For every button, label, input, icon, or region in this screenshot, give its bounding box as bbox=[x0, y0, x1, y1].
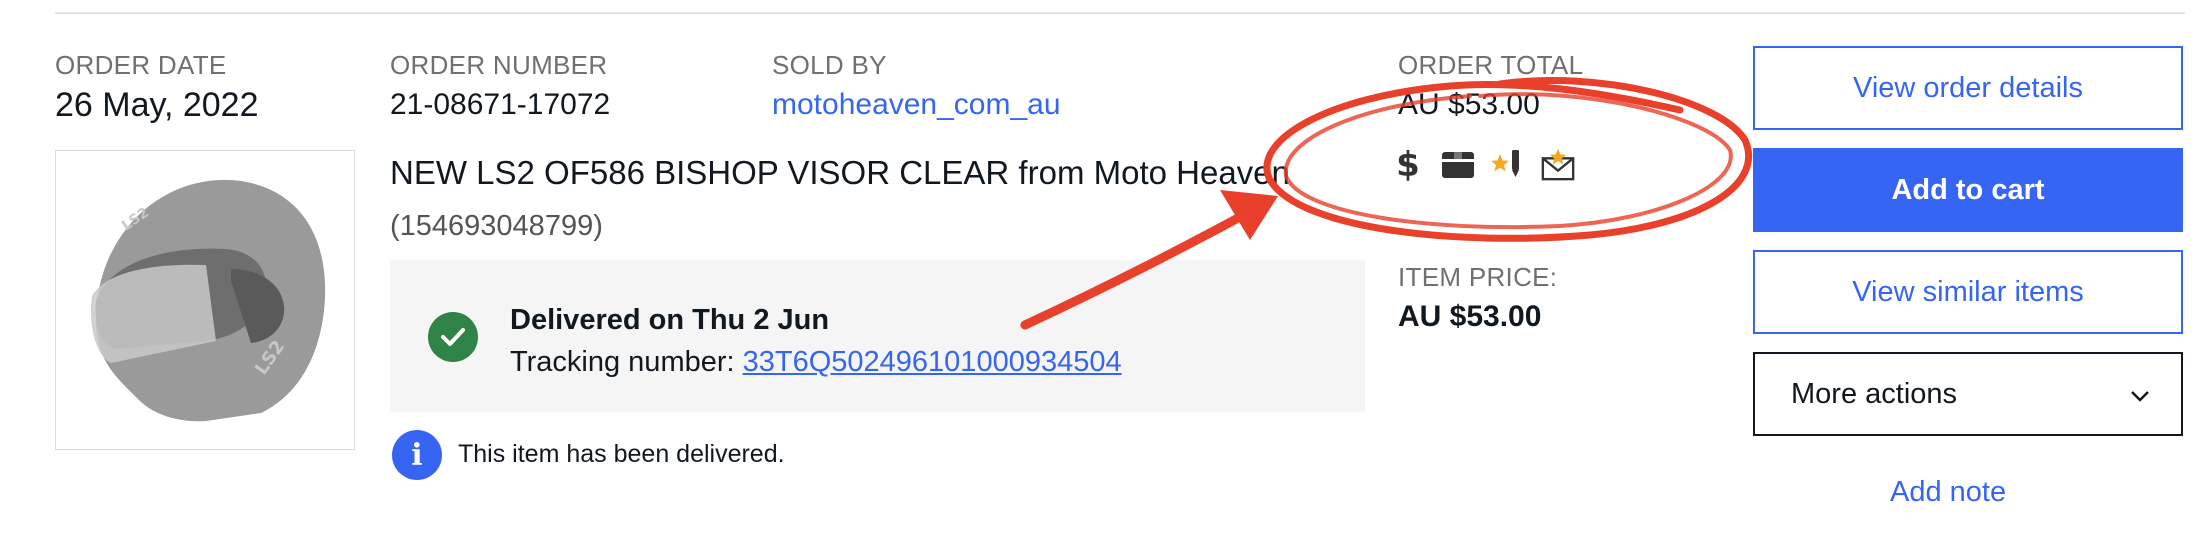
helmet-icon: LS2 LS2 bbox=[56, 151, 354, 449]
star-feedback-icon[interactable] bbox=[1490, 146, 1526, 182]
more-actions-dropdown[interactable]: More actions bbox=[1753, 352, 2183, 436]
package-icon[interactable] bbox=[1440, 146, 1476, 182]
add-to-cart-button[interactable]: Add to cart bbox=[1753, 148, 2183, 232]
view-order-details-button[interactable]: View order details bbox=[1753, 46, 2183, 130]
svg-text:$: $ bbox=[1396, 145, 1420, 183]
view-similar-items-button[interactable]: View similar items bbox=[1753, 250, 2183, 334]
item-price-label: ITEM PRICE: bbox=[1398, 262, 1558, 292]
order-date-label: ORDER DATE bbox=[55, 50, 227, 80]
item-title[interactable]: NEW LS2 OF586 BISHOP VISOR CLEAR from Mo… bbox=[390, 154, 1290, 192]
more-actions-label: More actions bbox=[1791, 377, 1958, 410]
tracking-number-link[interactable]: 33T6Q502496101000934504 bbox=[743, 346, 1122, 378]
tracking-label: Tracking number: bbox=[510, 346, 743, 378]
info-icon-glyph: i bbox=[411, 437, 423, 473]
item-id: (154693048799) bbox=[390, 210, 603, 242]
delivered-message: This item has been delivered. bbox=[458, 440, 785, 468]
top-divider bbox=[55, 12, 2185, 14]
annotation-arrow-head bbox=[1220, 190, 1278, 240]
dollar-icon[interactable]: $ bbox=[1390, 145, 1426, 183]
order-number-value: 21-08671-17072 bbox=[390, 88, 611, 121]
check-circle-icon bbox=[428, 312, 478, 362]
delivery-status-title: Delivered on Thu 2 Jun bbox=[510, 304, 830, 336]
order-total-value: AU $53.00 bbox=[1398, 88, 1540, 121]
info-icon: i bbox=[392, 430, 442, 480]
envelope-star-icon[interactable] bbox=[1540, 146, 1576, 182]
order-status-icons: $ bbox=[1390, 145, 1590, 183]
order-total-label: ORDER TOTAL bbox=[1398, 50, 1584, 80]
item-thumbnail[interactable]: LS2 LS2 bbox=[55, 150, 355, 450]
order-date-value: 26 May, 2022 bbox=[55, 86, 259, 124]
tracking-line: Tracking number: 33T6Q502496101000934504 bbox=[510, 346, 1122, 379]
sold-by-label: SOLD BY bbox=[772, 50, 887, 80]
item-price-value: AU $53.00 bbox=[1398, 300, 1542, 333]
add-note-link[interactable]: Add note bbox=[1890, 476, 2006, 509]
order-number-label: ORDER NUMBER bbox=[390, 50, 608, 80]
seller-link[interactable]: motoheaven_com_au bbox=[772, 88, 1061, 122]
chevron-down-icon bbox=[2129, 378, 2151, 411]
